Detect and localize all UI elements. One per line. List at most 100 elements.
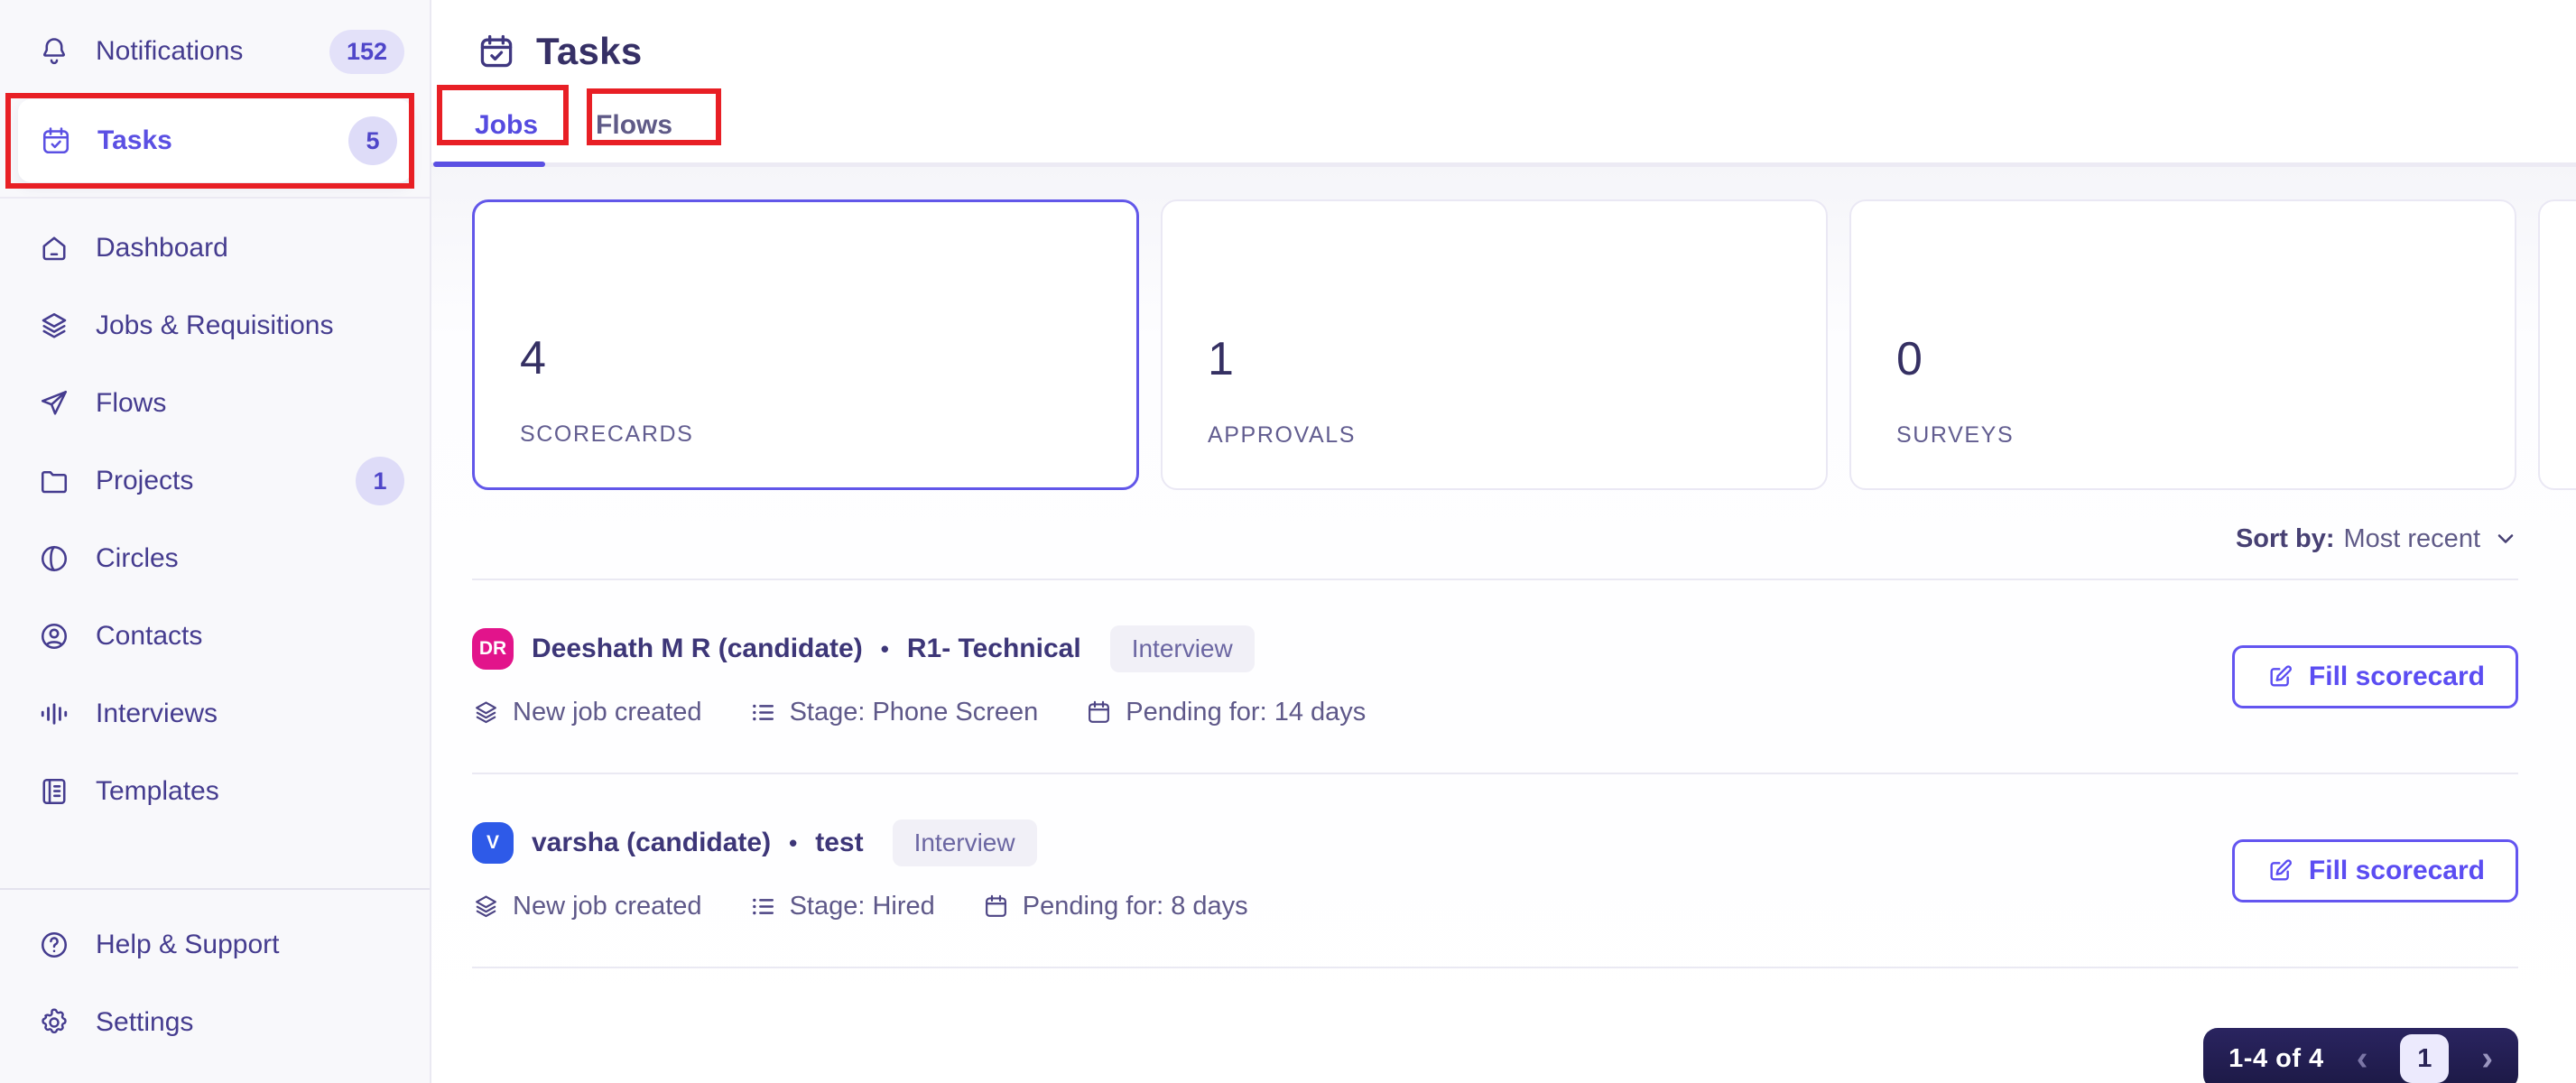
sidebar-item-interviews[interactable]: Interviews [0, 675, 430, 753]
interview-badge: Interview [1109, 625, 1255, 672]
edit-icon [2266, 856, 2294, 885]
sidebar-item-help-support[interactable]: Help & Support [0, 906, 430, 984]
journal-icon [38, 775, 70, 808]
meta-text: New job created [513, 892, 702, 921]
list-icon [749, 893, 777, 921]
help-circle-icon [38, 929, 70, 961]
meta-text: Stage: Hired [789, 892, 935, 921]
projects-count-badge: 1 [356, 457, 404, 505]
task-details: DR Deeshath M R (candidate) • R1- Techni… [472, 625, 2232, 727]
sidebar-item-label: Settings [96, 1007, 194, 1037]
sidebar-item-label: Jobs & Requisitions [96, 310, 334, 340]
sidebar-item-label: Interviews [96, 699, 218, 728]
tasks-count-badge: 5 [348, 116, 397, 165]
sort-value: Most recent [2343, 523, 2481, 553]
task-row: V varsha (candidate) • test Interview Ne… [472, 774, 2518, 968]
meta-text: Stage: Phone Screen [789, 698, 1039, 727]
notifications-count-badge: 152 [329, 29, 404, 74]
sidebar-item-tasks[interactable]: Tasks 5 [5, 93, 414, 189]
sidebar-item-jobs-requisitions[interactable]: Jobs & Requisitions [0, 287, 430, 365]
list-icon [749, 699, 777, 727]
tab-flows[interactable]: Flows [596, 97, 672, 162]
bullet-separator: • [789, 828, 798, 856]
pagination-range: 1-4 of 4 [2229, 1043, 2324, 1073]
calendar-check-icon [477, 32, 516, 71]
sidebar-item-templates[interactable]: Templates [0, 753, 430, 830]
divider [0, 197, 430, 199]
sidebar-item-label: Tasks [97, 125, 172, 155]
meta-pending: Pending for: 8 days [982, 892, 1248, 921]
button-label: Fill scorecard [2308, 661, 2485, 691]
page-title: Tasks [536, 30, 643, 72]
sidebar-item-projects[interactable]: Projects 1 [0, 442, 430, 520]
calendar-check-icon [40, 125, 72, 157]
sidebar-item-label: Flows [96, 388, 167, 418]
fill-scorecard-button[interactable]: Fill scorecard [2231, 644, 2518, 708]
sidebar-item-label: Projects [96, 466, 194, 495]
stat-cards-row: 4 SCORECARDS 1 APPROVALS 0 SURVEYS [472, 199, 2576, 490]
sidebar-item-label: Circles [96, 543, 179, 573]
stat-value: 4 [520, 332, 546, 384]
candidate-name: varsha (candidate) [532, 828, 772, 857]
sidebar-item-label: Dashboard [96, 233, 228, 263]
sidebar: Notifications 152 Tasks 5 Dashboard Jobs… [0, 0, 431, 1083]
bullet-separator: • [880, 634, 889, 662]
sidebar-item-contacts[interactable]: Contacts [0, 597, 430, 675]
meta-stage: Stage: Phone Screen [749, 698, 1039, 727]
avatar: V [472, 822, 514, 864]
task-row: DR Deeshath M R (candidate) • R1- Techni… [472, 580, 2518, 774]
job-name: R1- Technical [906, 634, 1081, 663]
user-circle-icon [38, 620, 70, 653]
candidate-name: Deeshath M R (candidate) [532, 634, 863, 663]
sidebar-item-settings[interactable]: Settings [0, 984, 430, 1061]
stat-card-approvals[interactable]: 1 APPROVALS [1161, 199, 1828, 490]
task-details: V varsha (candidate) • test Interview Ne… [472, 819, 2232, 921]
meta-text: New job created [513, 698, 702, 727]
sidebar-item-label: Templates [96, 776, 219, 806]
pagination-row: 1-4 of 4 ‹ 1 › [472, 1028, 2518, 1083]
interview-badge: Interview [892, 819, 1037, 866]
meta-text: Pending for: 14 days [1126, 698, 1367, 727]
stat-label: SCORECARDS [520, 421, 694, 447]
meta-flow: New job created [472, 892, 702, 921]
content-area: 4 SCORECARDS 1 APPROVALS 0 SURVEYS Sort … [431, 167, 2576, 1083]
sidebar-item-label: Notifications [96, 36, 244, 66]
bell-icon [38, 35, 70, 68]
meta-flow: New job created [472, 698, 702, 727]
sort-dropdown[interactable]: Sort by: Most recent [472, 521, 2518, 557]
home-icon [38, 232, 70, 264]
gear-icon [38, 1006, 70, 1039]
page-header: Tasks [431, 0, 2576, 76]
page-number-button[interactable]: 1 [2400, 1034, 2450, 1083]
meta-stage: Stage: Hired [749, 892, 935, 921]
job-name: test [815, 828, 864, 857]
sidebar-item-dashboard[interactable]: Dashboard [0, 209, 430, 287]
pagination: 1-4 of 4 ‹ 1 › [2203, 1028, 2518, 1083]
sidebar-item-flows[interactable]: Flows [0, 365, 430, 442]
meta-pending: Pending for: 14 days [1085, 698, 1366, 727]
stat-card-scorecards[interactable]: 4 SCORECARDS [472, 199, 1139, 490]
tab-jobs[interactable]: Jobs [432, 97, 546, 167]
sidebar-item-notifications[interactable]: Notifications 152 [0, 13, 430, 90]
stat-label: APPROVALS [1208, 422, 1356, 448]
divider [0, 888, 430, 890]
chevron-left-icon[interactable]: ‹ [2357, 1041, 2368, 1076]
layers-icon [472, 893, 500, 921]
tab-bar: Jobs Flows [431, 76, 2576, 167]
stat-value: 0 [1896, 333, 1923, 385]
calendar-icon [982, 893, 1010, 921]
sort-label: Sort by: [2235, 523, 2335, 553]
stat-label: SURVEYS [1896, 422, 2015, 448]
circles-icon [38, 542, 70, 575]
layers-icon [38, 310, 70, 342]
calendar-icon [1085, 699, 1113, 727]
sidebar-item-label: Contacts [96, 621, 203, 651]
sidebar-item-circles[interactable]: Circles [0, 520, 430, 597]
stat-card-partial [2538, 199, 2576, 490]
stat-value: 1 [1208, 333, 1234, 385]
fill-scorecard-button[interactable]: Fill scorecard [2231, 838, 2518, 902]
stat-card-surveys[interactable]: 0 SURVEYS [1849, 199, 2516, 490]
chevron-right-icon[interactable]: › [2481, 1041, 2493, 1076]
layers-icon [472, 699, 500, 727]
send-icon [38, 387, 70, 420]
